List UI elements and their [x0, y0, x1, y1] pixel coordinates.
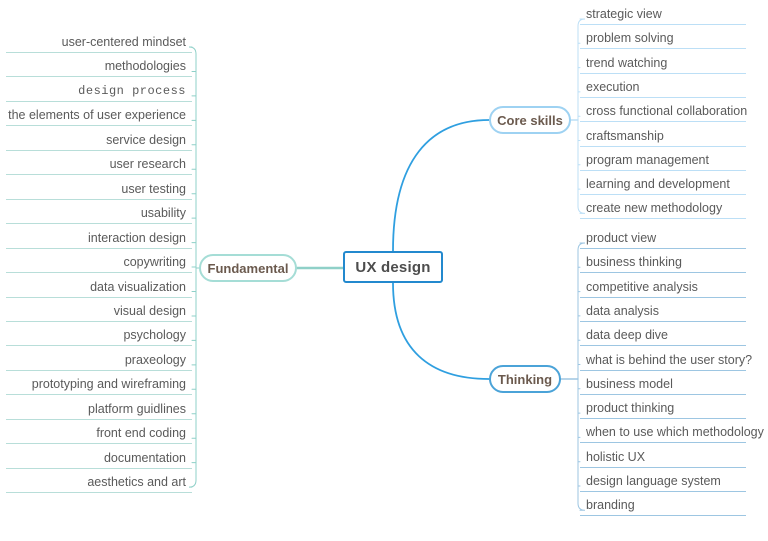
topic-leaf[interactable]: trend watching [580, 54, 746, 74]
topic-leaf[interactable]: design language system [580, 472, 746, 492]
topic-leaf[interactable]: interaction design [6, 229, 192, 249]
topic-leaf[interactable]: documentation [6, 449, 192, 469]
topic-leaf[interactable]: psychology [6, 326, 192, 347]
topic-leaf[interactable]: usability [6, 204, 192, 225]
topic-leaf[interactable]: prototyping and wireframing [6, 375, 192, 396]
topic-leaf[interactable]: aesthetics and art [6, 473, 192, 494]
topic-leaf[interactable]: product thinking [580, 399, 746, 420]
center-node-ux-design[interactable]: UX design [343, 251, 443, 283]
branch-node-fundamental[interactable]: Fundamental [199, 254, 297, 282]
topic-leaf[interactable]: learning and development [580, 175, 746, 196]
topic-leaf[interactable]: problem solving [580, 29, 746, 50]
topic-leaf[interactable]: strategic view [580, 5, 746, 25]
topic-leaf[interactable]: service design [6, 131, 192, 151]
topic-leaf[interactable]: user research [6, 155, 192, 176]
topic-leaf[interactable]: product view [580, 229, 746, 249]
topic-leaf[interactable]: when to use which methodology [580, 423, 764, 444]
topic-leaf[interactable]: user testing [6, 180, 192, 200]
topic-leaf[interactable]: user-centered mindset [6, 33, 192, 53]
topic-leaf[interactable]: business thinking [580, 253, 746, 274]
topic-leaf[interactable]: data analysis [580, 302, 746, 322]
topic-leaf[interactable]: praxeology [6, 351, 192, 371]
topic-leaf[interactable]: what is behind the user story? [580, 351, 752, 371]
topic-leaf[interactable]: data visualization [6, 278, 192, 298]
topic-leaf[interactable]: platform guidlines [6, 400, 192, 420]
topic-leaf[interactable]: branding [580, 496, 746, 517]
topic-leaf[interactable]: business model [580, 375, 746, 395]
topic-leaf[interactable]: visual design [6, 302, 192, 322]
topic-leaf[interactable]: methodologies [6, 57, 192, 78]
topic-leaf[interactable]: cross functional collaboration [580, 102, 747, 123]
topic-leaf[interactable]: competitive analysis [580, 278, 746, 298]
topic-leaf[interactable]: execution [580, 78, 746, 98]
branch-node-core-skills[interactable]: Core skills [489, 106, 571, 134]
topic-leaf[interactable]: the elements of user experience [6, 106, 192, 127]
mind-map-canvas: UX design Fundamental Core skills Thinki… [0, 0, 768, 541]
topic-leaf[interactable]: design process [6, 82, 192, 102]
topic-leaf[interactable]: data deep dive [580, 326, 746, 347]
topic-leaf[interactable]: copywriting [6, 253, 192, 274]
topic-leaf[interactable]: create new methodology [580, 199, 746, 220]
topic-leaf[interactable]: front end coding [6, 424, 192, 445]
topic-leaf[interactable]: craftsmanship [580, 127, 746, 147]
topic-leaf[interactable]: program management [580, 151, 746, 171]
topic-leaf[interactable]: holistic UX [580, 448, 746, 468]
branch-node-thinking[interactable]: Thinking [489, 365, 561, 393]
